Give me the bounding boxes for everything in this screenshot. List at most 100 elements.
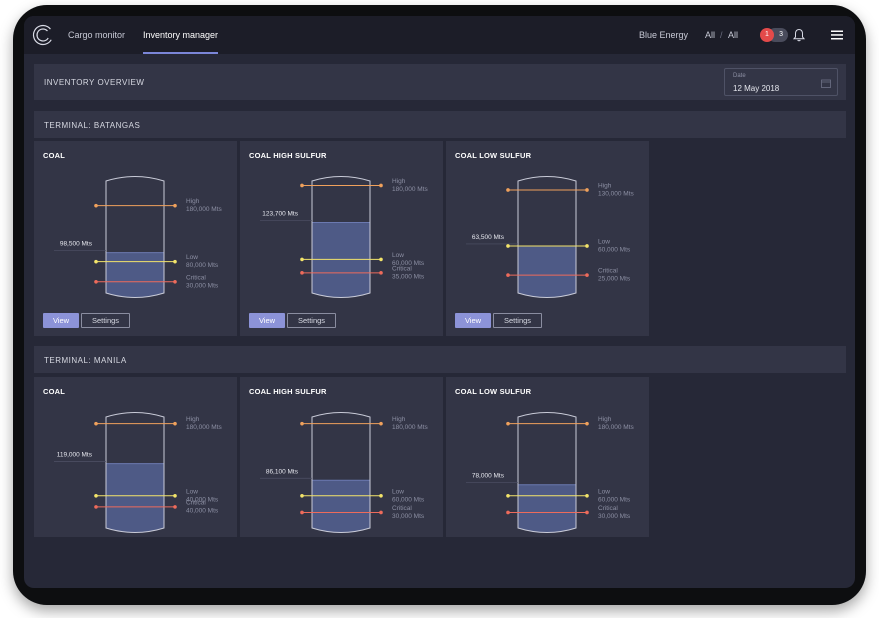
tab-cargo-monitor[interactable]: Cargo monitor bbox=[68, 30, 125, 40]
low-threshold-dot-right bbox=[173, 259, 177, 264]
terminal-header-manila: TERMINAL: MANILA bbox=[34, 346, 846, 373]
high-threshold-dot-left bbox=[94, 203, 98, 208]
tank-gauge: 119,000 Mts High180,000 Mts Low 40,000 MtsC… bbox=[54, 412, 223, 533]
high-threshold-label: High bbox=[186, 198, 200, 205]
low-threshold-dot-left bbox=[506, 494, 510, 498]
terminal-title: TERMINAL: BATANGAS bbox=[44, 121, 141, 130]
low-threshold-value: 80,000 Mts bbox=[186, 262, 219, 269]
settings-button[interactable]: Settings bbox=[287, 313, 336, 328]
low-threshold-dot-right bbox=[585, 494, 589, 498]
high-threshold-value: 180,000 Mts bbox=[392, 186, 429, 193]
bell-icon[interactable] bbox=[792, 28, 806, 42]
low-threshold-label: Low bbox=[186, 254, 198, 261]
critical-threshold-label: Critical bbox=[392, 265, 412, 272]
high-threshold-dot-left bbox=[506, 188, 510, 192]
tank-gauge: 63,500 Mts High130,000 Mts Low60,000 Mts Cr… bbox=[466, 176, 635, 298]
critical-threshold-label: Critical bbox=[598, 505, 618, 512]
inventory-card-manila-coal: COAL 119,000 Mts High 180,000 Mts Low 40,000… bbox=[34, 377, 237, 537]
inventory-card-batangas-coal-low-sulfur: COAL LOW SULFUR 63,500 Mts High 130,000 Mt… bbox=[446, 141, 649, 336]
tank-gauge: 86,100 Mts High180,000 Mts Low60,000 Mts Cr… bbox=[260, 412, 429, 533]
low-threshold-dot-left bbox=[300, 494, 304, 498]
tank-fill-level bbox=[312, 480, 370, 533]
inventory-card-manila-coal-low-sulfur: COAL LOW SULFUR 78,000 Mts High 180,000 Mt… bbox=[446, 377, 649, 537]
date-picker[interactable]: Date 12 May 2018 bbox=[724, 68, 838, 96]
high-threshold-dot-left bbox=[506, 421, 510, 426]
low-threshold-value: 60,000 Mts bbox=[598, 496, 631, 503]
low-threshold-label: Low bbox=[392, 252, 404, 259]
high-threshold-label: High bbox=[598, 182, 612, 189]
tank-fill-level bbox=[518, 484, 576, 533]
critical-threshold-dot-left bbox=[506, 510, 510, 515]
critical-threshold-label: Critical bbox=[598, 268, 618, 275]
current-level-label: 123,700 Mts bbox=[262, 210, 299, 217]
critical-threshold-dot-right bbox=[585, 273, 589, 277]
alert-count-badge: 1 bbox=[760, 28, 774, 42]
tank-gauge: 78,000 Mts High180,000 Mts Low60,000 Mts Cr… bbox=[466, 412, 635, 533]
low-threshold-label: Low bbox=[392, 488, 404, 495]
view-button[interactable]: View bbox=[455, 313, 491, 328]
high-threshold-dot-right bbox=[379, 183, 383, 188]
calendar-icon bbox=[821, 79, 831, 88]
tank-fill-level bbox=[312, 222, 370, 298]
low-threshold-dot-left bbox=[94, 259, 98, 264]
critical-threshold-value: 30,000 Mts bbox=[392, 513, 425, 520]
filter-selector-first[interactable]: All bbox=[705, 30, 715, 40]
high-threshold-label: High bbox=[392, 416, 406, 423]
current-level-label: 86,100 Mts bbox=[266, 468, 299, 475]
low-threshold-dot-right bbox=[379, 257, 383, 262]
tank-gauge: 123,700 MtsHigh180,000 MtsLow60,000 MtsC… bbox=[260, 176, 429, 298]
low-threshold-label: Low bbox=[186, 488, 198, 495]
tank-gauge: 98,500 Mts High180,000 Mts Low80,000 Mts Cr… bbox=[54, 176, 223, 298]
critical-threshold-dot-left bbox=[300, 271, 304, 275]
critical-threshold-value: 30,000 Mts bbox=[186, 282, 219, 289]
high-threshold-dot-right bbox=[379, 421, 383, 426]
high-threshold-dot-left bbox=[300, 421, 304, 426]
high-threshold-dot-left bbox=[300, 183, 304, 188]
current-level-label: 98,500 Mts bbox=[60, 241, 93, 248]
view-button[interactable]: View bbox=[249, 313, 285, 328]
tank-fill-level bbox=[518, 245, 576, 298]
high-threshold-dot-right bbox=[173, 421, 177, 426]
high-threshold-dot-right bbox=[585, 188, 589, 192]
top-navigation-bar: Cargo monitor Inventory manager Blue Ene… bbox=[24, 16, 855, 54]
low-threshold-label: Low bbox=[598, 488, 610, 495]
critical-threshold-dot-left bbox=[94, 505, 98, 509]
hamburger-menu-icon[interactable] bbox=[831, 30, 843, 40]
low-threshold-label: Low bbox=[598, 238, 610, 245]
high-threshold-dot-right bbox=[173, 203, 177, 208]
low-threshold-dot-right bbox=[585, 244, 589, 248]
low-threshold-dot-right bbox=[173, 494, 177, 498]
low-threshold-dot-left bbox=[506, 244, 510, 248]
settings-button[interactable]: Settings bbox=[493, 313, 542, 328]
inventory-card-batangas-coal-high-sulfur: COAL HIGH SULFUR 123,700 Mts High 180,000 … bbox=[240, 141, 443, 336]
critical-threshold-label: Critical bbox=[186, 499, 206, 506]
settings-button[interactable]: Settings bbox=[81, 313, 130, 328]
view-button[interactable]: View bbox=[43, 313, 79, 328]
critical-threshold-dot-left bbox=[300, 510, 304, 515]
critical-threshold-dot-left bbox=[506, 273, 510, 277]
high-threshold-value: 180,000 Mts bbox=[186, 424, 223, 431]
filter-separator: / bbox=[720, 30, 723, 40]
logo-icon bbox=[32, 24, 54, 46]
high-threshold-value: 130,000 Mts bbox=[598, 190, 635, 197]
high-threshold-label: High bbox=[186, 416, 200, 423]
inventory-overview-header: INVENTORY OVERVIEW Date 12 May 2018 bbox=[34, 64, 846, 100]
inventory-card-manila-coal-high-sulfur: COAL HIGH SULFUR 86,100 Mts High 180,000 M… bbox=[240, 377, 443, 537]
critical-threshold-value: 25,000 Mts bbox=[598, 276, 631, 283]
terminal-title: TERMINAL: MANILA bbox=[44, 356, 127, 365]
critical-threshold-dot-right bbox=[379, 271, 383, 275]
high-threshold-value: 180,000 Mts bbox=[598, 424, 635, 431]
tank-fill-level bbox=[106, 463, 164, 533]
company-selector[interactable]: Blue Energy bbox=[639, 30, 688, 40]
high-threshold-value: 180,000 Mts bbox=[186, 206, 223, 213]
critical-threshold-value: 30,000 Mts bbox=[598, 513, 631, 520]
inventory-card-batangas-coal: COAL 98,500 Mts High 180,000 Mts Low 80,000 … bbox=[34, 141, 237, 336]
low-threshold-dot-right bbox=[379, 494, 383, 498]
app-screen: Cargo monitor Inventory manager Blue Ene… bbox=[24, 16, 855, 588]
high-threshold-label: High bbox=[392, 178, 406, 185]
notification-badges[interactable]: 1 3 bbox=[760, 28, 788, 42]
high-threshold-value: 180,000 Mts bbox=[392, 424, 429, 431]
filter-selector-second[interactable]: All bbox=[728, 30, 738, 40]
high-threshold-dot-left bbox=[94, 421, 98, 426]
tab-inventory-manager[interactable]: Inventory manager bbox=[143, 30, 218, 40]
